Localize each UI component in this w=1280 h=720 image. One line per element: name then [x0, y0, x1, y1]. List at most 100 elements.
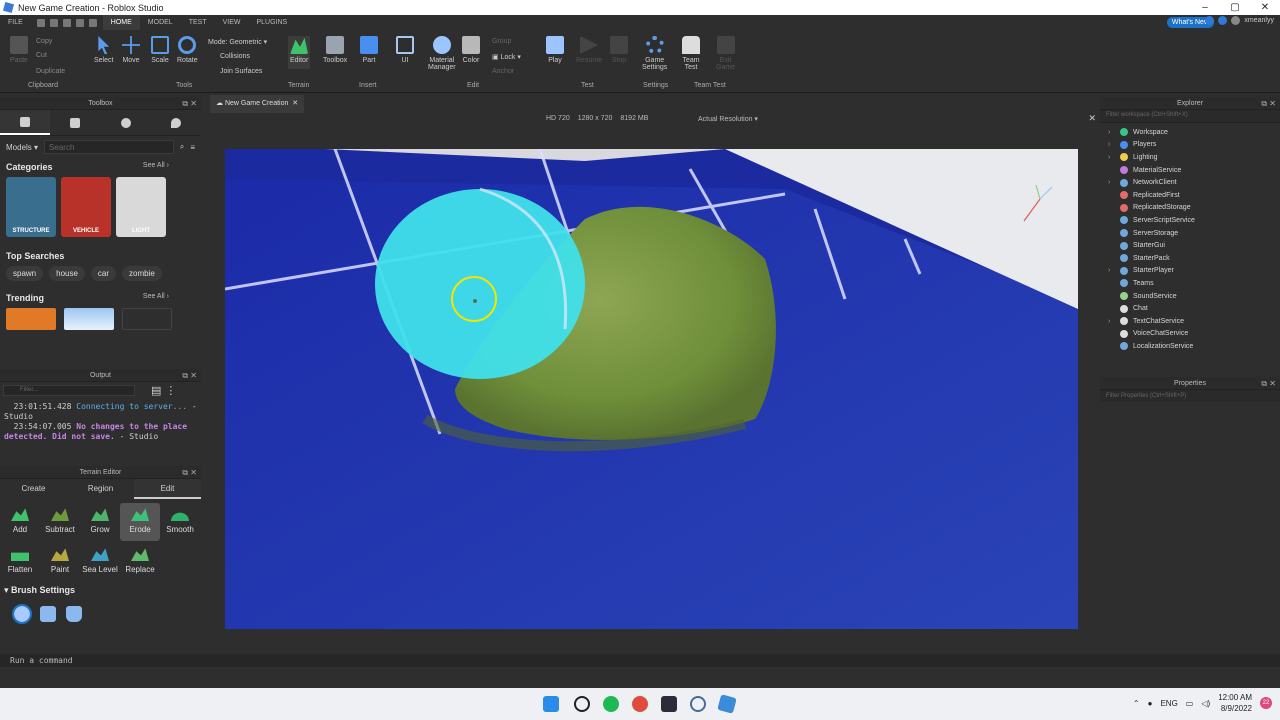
scale-button[interactable]: Scale	[151, 36, 169, 64]
rotate-button[interactable]: Rotate	[177, 36, 198, 64]
memory-label[interactable]: 8192 MB	[620, 115, 648, 122]
explorer-item[interactable]: VoiceChatService	[1100, 328, 1280, 341]
trending-item-model[interactable]	[122, 308, 172, 330]
output-filter-input[interactable]: Filter...	[3, 384, 135, 396]
clock[interactable]: 12:00 AM 8/9/2022	[1218, 692, 1252, 714]
roblox-studio-taskbar-icon[interactable]	[717, 694, 737, 714]
tab-edit[interactable]: Edit	[134, 479, 201, 499]
anchor-button[interactable]: Anchor	[492, 68, 514, 75]
chevron-right-icon[interactable]: ›	[1108, 129, 1116, 136]
explorer-item[interactable]: › NetworkClient	[1100, 176, 1280, 189]
stop-button[interactable]: Stop	[610, 36, 628, 64]
tool-replace[interactable]: Replace	[120, 543, 160, 581]
spotify-icon[interactable]	[603, 696, 619, 712]
trending-item-sky[interactable]	[64, 308, 114, 330]
group-button[interactable]: Group	[492, 38, 511, 45]
join-surfaces-toggle[interactable]: Join Surfaces	[220, 68, 262, 75]
tab-marketplace[interactable]	[50, 110, 100, 135]
tab-region[interactable]: Region	[67, 479, 134, 499]
search-icon[interactable]: ⌕	[180, 142, 184, 152]
panel-controls[interactable]: ⧉ ✕	[1261, 97, 1276, 110]
explorer-filter-input[interactable]: Filter workspace (Ctrl+Shift+X)	[1100, 110, 1280, 123]
cut-button[interactable]: Cut	[36, 52, 47, 59]
chevron-right-icon[interactable]: ›	[1108, 179, 1116, 186]
explorer-item[interactable]: › Lighting	[1100, 151, 1280, 164]
save-icon[interactable]	[36, 18, 45, 27]
scene-render[interactable]	[225, 149, 1078, 629]
trash-icon[interactable]: ▤	[151, 384, 161, 397]
explorer-item[interactable]: › StarterPlayer	[1100, 265, 1280, 278]
menu-plugins[interactable]: PLUGINS	[248, 15, 295, 30]
command-bar-input[interactable]: Run a command	[0, 654, 1280, 667]
chip-car[interactable]: car	[90, 266, 117, 281]
document-tab[interactable]: ☁ New Game Creation ✕	[210, 95, 305, 113]
menu-file[interactable]: FILE	[0, 15, 31, 30]
explorer-item[interactable]: › Workspace	[1100, 126, 1280, 139]
chevron-right-icon[interactable]: ›	[1108, 267, 1116, 274]
undo-icon[interactable]	[62, 18, 71, 27]
maximize-button[interactable]: ▢	[1220, 0, 1250, 15]
tool-smooth[interactable]: Smooth	[160, 503, 200, 541]
trending-see-all-link[interactable]: See All ›	[143, 293, 169, 300]
properties-filter-input[interactable]: Filter Properties (Ctrl+Shift+P)	[1100, 390, 1280, 402]
tool-grow[interactable]: Grow	[80, 503, 120, 541]
chip-zombie[interactable]: zombie	[122, 266, 162, 281]
trending-item-script[interactable]	[6, 308, 56, 330]
microphone-icon[interactable]: ●	[1148, 699, 1153, 708]
toolbox-button[interactable]: Toolbox	[323, 36, 347, 64]
panel-controls[interactable]: ⧉ ✕	[182, 466, 197, 479]
explorer-item[interactable]: › TextChatService	[1100, 315, 1280, 328]
tool-sea-level[interactable]: Sea Level	[80, 543, 120, 581]
search-input[interactable]: Search	[44, 140, 174, 154]
viewport-close-icon[interactable]: ✕	[1088, 113, 1096, 124]
tool-flatten[interactable]: Flatten	[0, 543, 40, 581]
panel-controls[interactable]: ⧉ ✕	[182, 97, 197, 110]
close-button[interactable]: ✕	[1250, 0, 1280, 15]
chevron-right-icon[interactable]: ›	[1108, 318, 1116, 325]
copy-button[interactable]: Copy	[36, 38, 52, 45]
chevron-right-icon[interactable]: ›	[1108, 141, 1116, 148]
explorer-item[interactable]: ServerStorage	[1100, 227, 1280, 240]
game-settings-button[interactable]: Game Settings	[642, 36, 667, 71]
explorer-item[interactable]: StarterPack	[1100, 252, 1280, 265]
app-icon[interactable]	[690, 696, 706, 712]
explorer-item[interactable]: ReplicatedFirst	[1100, 189, 1280, 202]
volume-icon[interactable]: ◁)	[1201, 699, 1210, 708]
chip-spawn[interactable]: spawn	[6, 266, 44, 281]
menu-test[interactable]: TEST	[181, 15, 215, 30]
material-manager-button[interactable]: Material Manager	[428, 36, 456, 71]
chevron-right-icon[interactable]: ›	[1108, 154, 1116, 161]
dropdown-icon[interactable]	[88, 18, 97, 27]
play-button[interactable]: Play	[546, 36, 564, 64]
panel-controls[interactable]: ⧉ ✕	[1261, 377, 1276, 390]
share-icon[interactable]	[1218, 16, 1228, 25]
category-vehicle[interactable]: VEHICLE	[61, 177, 111, 237]
explorer-item[interactable]: Teams	[1100, 277, 1280, 290]
chevron-up-icon[interactable]: ⌃	[1133, 699, 1140, 708]
duplicate-button[interactable]: Duplicate	[36, 68, 65, 75]
panel-controls[interactable]: ⧉ ✕	[182, 369, 197, 382]
search-icon[interactable]	[574, 696, 590, 712]
tool-add[interactable]: Add	[0, 503, 40, 541]
move-button[interactable]: Move	[122, 36, 140, 64]
category-dropdown[interactable]: Models ▾	[6, 143, 38, 152]
collisions-toggle[interactable]: Collisions	[220, 53, 250, 60]
menu-view[interactable]: VIEW	[215, 15, 249, 30]
notification-badge[interactable]: 22	[1260, 697, 1272, 709]
explorer-item[interactable]: Chat	[1100, 302, 1280, 315]
paste-button[interactable]: Paste	[10, 36, 28, 64]
windows-start-icon[interactable]	[543, 696, 559, 712]
sphere-brush-icon[interactable]	[12, 604, 32, 624]
explorer-item[interactable]: LocalizationService	[1100, 340, 1280, 353]
ui-button[interactable]: UI	[396, 36, 414, 64]
chrome-icon[interactable]	[632, 696, 648, 712]
menu-home[interactable]: HOME	[102, 15, 140, 30]
lock-button[interactable]: ▣ Lock ▾	[492, 53, 521, 61]
media-app-icon[interactable]	[661, 696, 677, 712]
scale-dropdown[interactable]: Actual Resolution ▾	[698, 115, 758, 123]
tab-recent[interactable]	[101, 110, 151, 135]
more-icon[interactable]: ⋮	[165, 384, 176, 397]
tool-paint[interactable]: Paint	[40, 543, 80, 581]
avatar[interactable]	[1231, 16, 1241, 25]
explorer-item[interactable]: MaterialService	[1100, 164, 1280, 177]
